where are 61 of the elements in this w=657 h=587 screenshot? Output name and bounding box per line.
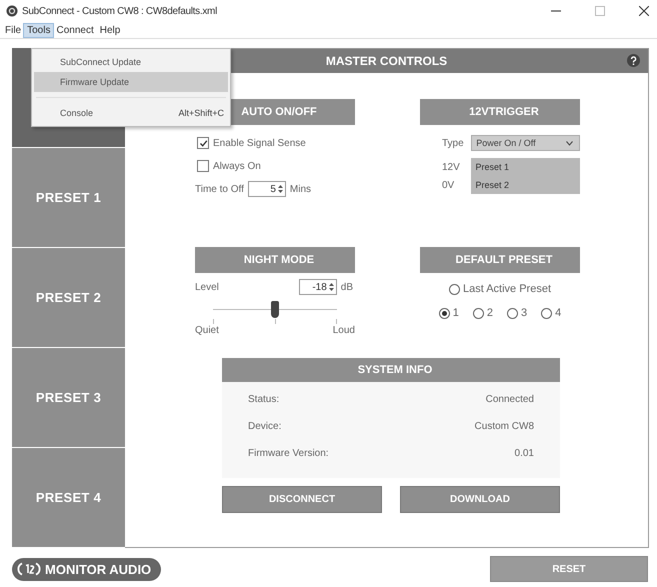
radio-button[interactable] (472, 308, 484, 318)
checkbox-label: Enable Signal Sense (213, 138, 306, 148)
radio-label: 3 (521, 307, 528, 319)
spinner-arrows-icon[interactable] (328, 281, 335, 293)
radio-label: 2 (486, 307, 493, 319)
section-header: 12VTRIGGER (420, 99, 580, 125)
info-label: Firmware Version: (248, 448, 329, 459)
sidebar-tab[interactable]: PRESET 3 (12, 348, 125, 448)
info-label: Status: (248, 394, 280, 405)
info-value: 0.01 (514, 448, 534, 459)
caret-icon (566, 140, 573, 146)
level-slider[interactable] (213, 301, 337, 319)
close-icon[interactable] (639, 6, 649, 16)
max-label: Loud (332, 325, 355, 336)
radio-label: 1 (452, 307, 459, 319)
menu-option[interactable]: SubConnect Update (34, 52, 228, 72)
menu-item[interactable]: Connect (53, 24, 97, 36)
field-label: Type (442, 138, 465, 148)
preset-field[interactable]: Preset 2 (471, 176, 580, 194)
logo-text: MONITOR AUDIO (45, 562, 152, 576)
info-label: Device: (248, 421, 282, 432)
info-value: Custom CW8 (474, 421, 534, 432)
field-label: 12V (442, 162, 461, 172)
checkbox[interactable] (197, 137, 209, 149)
sidebar-tab[interactable]: PRESET 2 (12, 248, 125, 348)
radio-button[interactable] (541, 308, 552, 318)
action-button[interactable]: DISCONNECT (222, 486, 382, 513)
radio-button[interactable] (448, 284, 460, 294)
logo-icon (17, 562, 41, 576)
field-label: 0V (442, 180, 456, 190)
unit-label: Mins (290, 184, 312, 194)
app-icon (6, 5, 18, 17)
action-button[interactable]: DOWNLOAD (400, 486, 560, 513)
window-title: SubConnect - Custom CW8 : CW8defaults.xml (22, 6, 217, 16)
help-icon[interactable] (627, 54, 640, 67)
sidebar-tab[interactable]: PRESET 1 (12, 148, 125, 248)
radio-label: Last Active Preset (462, 283, 552, 295)
field-label: Time to Off (195, 184, 244, 194)
radio-label: 4 (555, 307, 562, 319)
checkbox[interactable] (197, 160, 209, 172)
unit-label: dB (340, 282, 353, 292)
number-field[interactable]: 5 (248, 181, 286, 197)
panel-title: MASTER CONTROLS (326, 54, 448, 68)
section-header: NIGHT MODE (195, 247, 355, 273)
menu-item[interactable]: Tools (24, 24, 54, 36)
section-header: DEFAULT PRESET (420, 247, 580, 273)
checkbox-label: Always On (213, 160, 261, 172)
menu-option[interactable]: Firmware Update (34, 72, 228, 92)
sidebar-tab[interactable]: PRESET 4 (12, 448, 125, 548)
section-header: SYSTEM INFO (222, 358, 560, 382)
menu-item[interactable]: Help (96, 24, 124, 36)
radio-button[interactable] (438, 308, 450, 318)
field-label: Level (195, 282, 219, 292)
menu-item[interactable]: File (2, 24, 24, 36)
type-dropdown[interactable]: Power On / Off (471, 135, 580, 151)
info-value: Connected (486, 394, 534, 405)
spinner-arrows-icon[interactable] (276, 183, 284, 195)
min-label: Quiet (195, 325, 219, 336)
radio-button[interactable] (507, 308, 518, 318)
number-field[interactable]: -18 (298, 279, 337, 295)
preset-field[interactable]: Preset 1 (471, 158, 580, 176)
